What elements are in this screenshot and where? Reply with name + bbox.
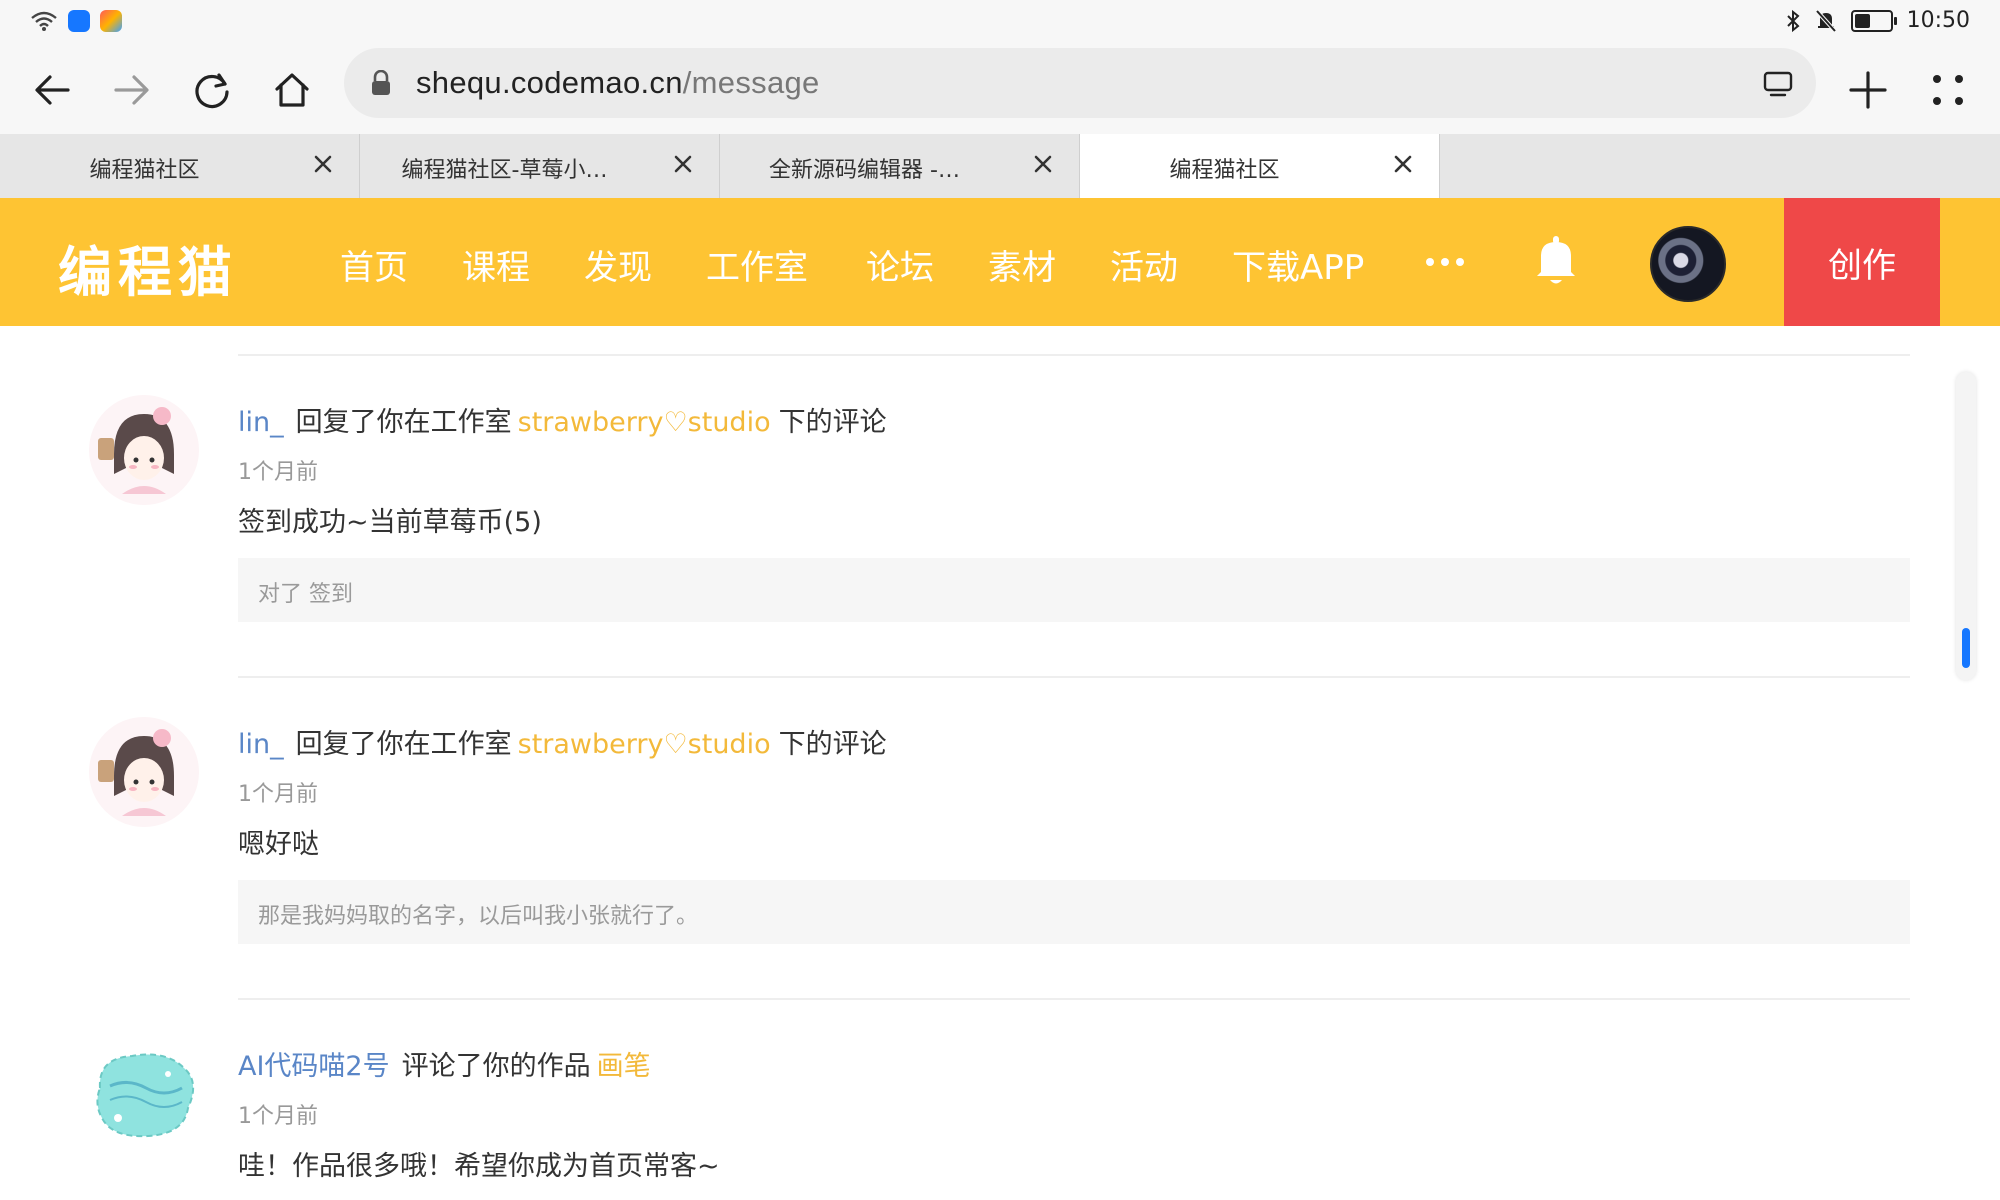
tab-title: 编程猫社区	[89, 158, 200, 183]
message-time: 1个月前	[238, 460, 318, 485]
nav-events[interactable]: 活动	[1110, 240, 1178, 289]
nav-forum[interactable]: 论坛	[866, 240, 934, 289]
quote-text: 那是我妈妈取的名字，以后叫我小张就行了。	[258, 904, 699, 929]
message-list: lin_ 回复了你在工作室 strawberry♡studio 下的评论 1个月前 签…	[0, 326, 2000, 1200]
browser-tab[interactable]: 全新源码编辑器 -…	[720, 134, 1080, 198]
mute-icon	[1815, 9, 1837, 32]
message-target[interactable]: strawberry♡studio	[518, 729, 771, 760]
user-avatar-lin[interactable]	[88, 394, 200, 506]
site-header: 编程猫 首页 课程 发现 工作室 论坛 素材 活动 下载APP 创作	[0, 198, 2000, 326]
url-path: /message	[682, 65, 820, 100]
message-user[interactable]: lin_	[238, 729, 284, 760]
new-tab-button[interactable]	[1838, 60, 1898, 120]
close-icon[interactable]	[1391, 152, 1415, 176]
user-avatar-lin[interactable]	[88, 716, 200, 828]
menu-button[interactable]	[1918, 60, 1978, 120]
message-suffix: 下的评论	[778, 729, 887, 760]
menu-dots-icon	[1933, 75, 1963, 105]
divider	[238, 354, 1910, 356]
scrollbar[interactable]	[1956, 372, 1976, 680]
tab-strip: 编程猫社区 编程猫社区-草莓小… 全新源码编辑器 -… 编程猫社区	[0, 134, 2000, 198]
nav-materials[interactable]: 素材	[988, 240, 1056, 289]
tab-title: 编程猫社区-草莓小…	[401, 158, 608, 183]
user-avatar[interactable]	[1650, 226, 1726, 302]
nav-courses[interactable]: 课程	[462, 240, 530, 289]
message-body: 哇！作品很多哦！希望你成为首页常客~	[238, 1151, 720, 1182]
quote-text: 对了 签到	[258, 582, 353, 607]
back-button[interactable]	[22, 60, 82, 120]
nav-discover[interactable]: 发现	[584, 240, 652, 289]
forward-arrow-icon	[114, 75, 149, 105]
message-header: AI代码喵2号 评论了你的作品 画笔	[238, 1044, 659, 1083]
blue-app-icon	[68, 10, 90, 32]
bluetooth-icon	[1786, 9, 1800, 32]
message-body: 签到成功~当前草莓币(5)	[238, 507, 542, 538]
message-user[interactable]: lin_	[238, 407, 284, 438]
message-time: 1个月前	[238, 782, 318, 807]
more-icon[interactable]	[1426, 258, 1464, 266]
colorful-app-icon	[100, 10, 122, 32]
bell-icon[interactable]	[1532, 232, 1580, 288]
battery-icon	[1850, 9, 1897, 32]
nav-home[interactable]: 首页	[340, 240, 408, 289]
back-arrow-icon	[35, 75, 70, 105]
reload-icon	[195, 73, 229, 109]
status-right: 10:50	[1785, 8, 1970, 33]
message-action: 评论了你的作品	[401, 1051, 591, 1082]
reload-button[interactable]	[182, 60, 242, 120]
url-host: shequ.codemao.cn	[416, 65, 683, 100]
scrollbar-thumb[interactable]	[1962, 628, 1970, 668]
message-quote: 对了 签到	[238, 558, 1910, 622]
message-user[interactable]: AI代码喵2号	[238, 1051, 390, 1082]
home-icon	[275, 73, 309, 107]
wifi-signal-icon	[31, 11, 57, 31]
url-text: shequ.codemao.cn/message	[416, 65, 820, 101]
message-action: 回复了你在工作室	[295, 729, 512, 760]
browser-tab-active[interactable]: 编程猫社区	[1080, 134, 1440, 198]
message-suffix: 下的评论	[778, 407, 887, 438]
divider	[238, 998, 1910, 1000]
status-bar: 10:50	[0, 0, 2000, 46]
create-button[interactable]: 创作	[1784, 198, 1940, 326]
browser-toolbar: shequ.codemao.cn/message	[0, 46, 2000, 134]
plus-icon	[1849, 71, 1887, 109]
message-body: 嗯好哒	[238, 829, 319, 860]
nav-download-app[interactable]: 下载APP	[1232, 240, 1364, 289]
close-icon[interactable]	[671, 152, 695, 176]
close-icon[interactable]	[311, 152, 335, 176]
message-target[interactable]: 画笔	[597, 1051, 651, 1082]
site-logo[interactable]: 编程猫	[58, 228, 238, 307]
message-target[interactable]: strawberry♡studio	[518, 407, 771, 438]
divider	[238, 676, 1910, 678]
message-header: lin_ 回复了你在工作室 strawberry♡studio 下的评论	[238, 722, 887, 761]
tab-title: 编程猫社区	[1169, 158, 1280, 183]
browser-tab[interactable]: 编程猫社区	[0, 134, 360, 198]
message-header: lin_ 回复了你在工作室 strawberry♡studio 下的评论	[238, 400, 887, 439]
close-icon[interactable]	[1031, 152, 1055, 176]
home-button[interactable]	[262, 60, 322, 120]
tab-title: 全新源码编辑器 -…	[769, 158, 960, 183]
forward-button[interactable]	[102, 60, 162, 120]
url-bar[interactable]: shequ.codemao.cn/message	[344, 48, 1816, 118]
browser-tab[interactable]: 编程猫社区-草莓小…	[360, 134, 720, 198]
clock-time: 10:50	[1906, 8, 1970, 33]
message-quote: 那是我妈妈取的名字，以后叫我小张就行了。	[238, 880, 1910, 944]
battery-level	[1854, 13, 1870, 28]
message-action: 回复了你在工作室	[295, 407, 512, 438]
user-avatar-ai-bot[interactable]	[88, 1038, 200, 1150]
message-time: 1个月前	[238, 1104, 318, 1129]
lock-icon	[372, 70, 390, 95]
tab-view-icon[interactable]	[1762, 70, 1794, 98]
status-left	[30, 10, 122, 32]
nav-studio[interactable]: 工作室	[706, 240, 808, 289]
